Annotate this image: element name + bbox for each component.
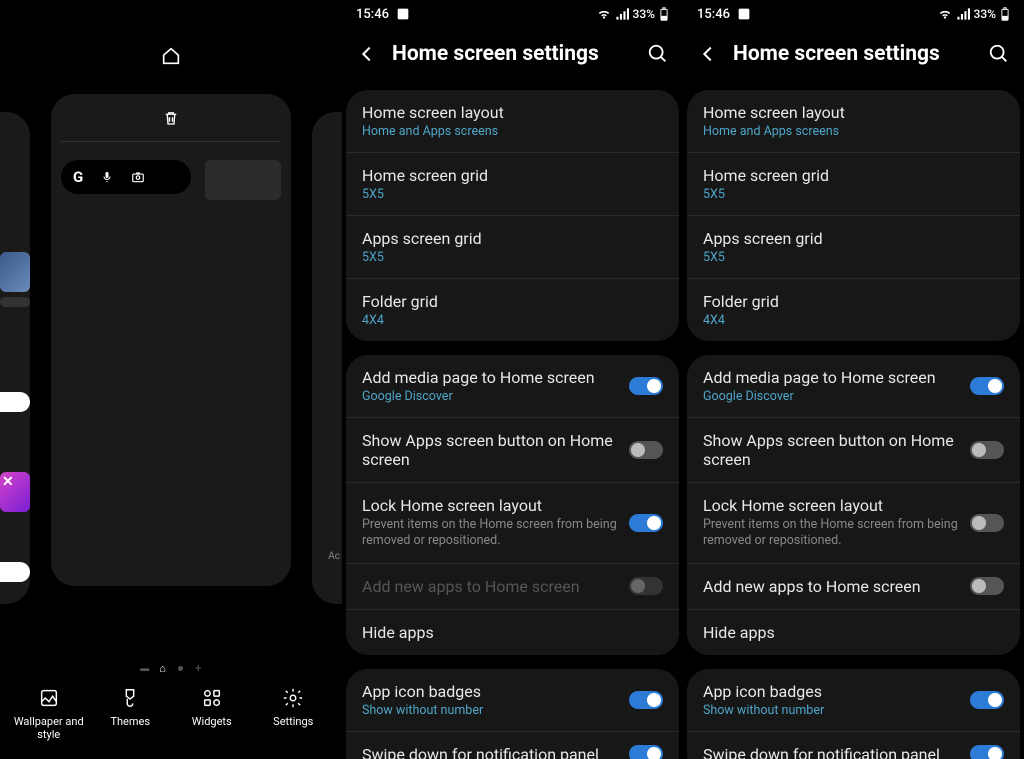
wallpaper-button[interactable]: Wallpaper and style [14, 687, 84, 741]
toggle[interactable] [629, 691, 663, 709]
page-preview-area: G [0, 84, 342, 653]
status-bar: 15:46 33% [342, 0, 683, 28]
toggle[interactable] [970, 577, 1004, 595]
status-time: 15:46 [356, 7, 389, 22]
signal-icon [615, 8, 629, 20]
home-edit-panel: ✕ G Ac ▬ ⌂ + Wallpaper and style [0, 0, 342, 759]
hide-apps-row[interactable]: Hide apps [687, 610, 1020, 655]
toggle[interactable] [970, 691, 1004, 709]
status-battery: 33% [633, 7, 655, 21]
toggle[interactable] [629, 377, 663, 395]
media-page-row[interactable]: Add media page to Home screenGoogle Disc… [346, 355, 679, 418]
toggle[interactable] [970, 377, 1004, 395]
status-bar: 15:46 33% [683, 0, 1024, 28]
settings-card: App icon badgesShow without number Swipe… [687, 669, 1020, 759]
delete-page-bar[interactable] [61, 94, 281, 142]
lock-layout-row[interactable]: Lock Home screen layoutPrevent items on … [346, 483, 679, 564]
toggle [629, 577, 663, 595]
search-icon[interactable] [647, 43, 669, 65]
apps-button-row[interactable]: Show Apps screen button on Home screen [687, 418, 1020, 483]
layout-row[interactable]: Home screen layoutHome and Apps screens [346, 90, 679, 153]
battery-icon [659, 7, 669, 21]
swipe-row[interactable]: Swipe down for notification panel [346, 732, 679, 759]
themes-button[interactable]: Themes [95, 687, 165, 728]
apps-grid-row[interactable]: Apps screen grid5X5 [687, 216, 1020, 279]
truncated-label: Ac [328, 551, 340, 562]
lock-layout-row[interactable]: Lock Home screen layoutPrevent items on … [687, 483, 1020, 564]
gear-icon [282, 687, 304, 709]
image-icon [395, 6, 411, 22]
widgets-icon [201, 687, 223, 709]
add-new-apps-row[interactable]: Add new apps to Home screen [687, 564, 1020, 610]
page-dot [178, 666, 183, 671]
badges-row[interactable]: App icon badgesShow without number [687, 669, 1020, 732]
page-title: Home screen settings [733, 42, 974, 66]
folder-grid-row[interactable]: Folder grid4X4 [687, 279, 1020, 341]
search-icon[interactable] [988, 43, 1010, 65]
settings-panel-a: 15:46 33% Home screen settings Home scre… [342, 0, 683, 759]
settings-scroll[interactable]: Home screen layoutHome and Apps screens … [683, 90, 1024, 759]
swipe-row[interactable]: Swipe down for notification panel [687, 732, 1020, 759]
settings-header: Home screen settings [683, 28, 1024, 90]
badges-row[interactable]: App icon badgesShow without number [346, 669, 679, 732]
settings-header: Home screen settings [342, 28, 683, 90]
add-new-apps-row: Add new apps to Home screen [346, 564, 679, 610]
back-icon[interactable] [697, 43, 719, 65]
status-battery: 33% [974, 7, 996, 21]
media-page-row[interactable]: Add media page to Home screenGoogle Disc… [687, 355, 1020, 418]
settings-card: Home screen layoutHome and Apps screens … [687, 90, 1020, 341]
google-g-icon: G [73, 168, 83, 186]
apps-button-row[interactable]: Show Apps screen button on Home screen [346, 418, 679, 483]
toggle[interactable] [629, 441, 663, 459]
toggle[interactable] [629, 745, 663, 759]
signal-icon [956, 8, 970, 20]
home-indicator-bar [0, 28, 342, 84]
folder-grid-row[interactable]: Folder grid4X4 [346, 279, 679, 341]
hide-apps-row[interactable]: Hide apps [346, 610, 679, 655]
battery-icon [1000, 7, 1010, 21]
toggle[interactable] [970, 441, 1004, 459]
toggle[interactable] [970, 745, 1004, 759]
camera-icon [131, 170, 145, 184]
layout-row[interactable]: Home screen layoutHome and Apps screens [687, 90, 1020, 153]
launcher-actions: Wallpaper and style Themes Widgets Setti… [0, 683, 342, 759]
settings-card: Home screen layoutHome and Apps screens … [346, 90, 679, 341]
toggle[interactable] [970, 514, 1004, 532]
wifi-icon [597, 8, 611, 20]
mic-icon [101, 171, 113, 183]
wifi-icon [938, 8, 952, 20]
brush-icon [119, 687, 141, 709]
settings-card: App icon badgesShow without number Swipe… [346, 669, 679, 759]
page-title: Home screen settings [392, 42, 633, 66]
settings-card: Add media page to Home screenGoogle Disc… [346, 355, 679, 655]
home-icon [160, 45, 182, 67]
toggle[interactable] [629, 514, 663, 532]
add-page-icon: + [195, 661, 202, 675]
settings-panel-b: 15:46 33% Home screen settings Home scre… [683, 0, 1024, 759]
trash-icon [162, 109, 180, 127]
wallpaper-icon [38, 687, 60, 709]
status-time: 15:46 [697, 7, 730, 22]
feed-dot: ▬ [140, 663, 147, 674]
widget-placeholder[interactable] [205, 160, 281, 200]
home-grid-row[interactable]: Home screen grid5X5 [346, 153, 679, 216]
home-grid-row[interactable]: Home screen grid5X5 [687, 153, 1020, 216]
widgets-button[interactable]: Widgets [177, 687, 247, 728]
page-indicator[interactable]: ▬ ⌂ + [0, 653, 342, 683]
image-icon [736, 6, 752, 22]
apps-grid-row[interactable]: Apps screen grid5X5 [346, 216, 679, 279]
back-icon[interactable] [356, 43, 378, 65]
settings-card: Add media page to Home screenGoogle Disc… [687, 355, 1020, 655]
home-page-dot: ⌂ [159, 662, 166, 675]
home-page-preview[interactable]: G [51, 94, 291, 586]
settings-button[interactable]: Settings [258, 687, 328, 728]
settings-scroll[interactable]: Home screen layoutHome and Apps screens … [342, 90, 683, 759]
google-search-widget[interactable]: G [61, 160, 191, 194]
